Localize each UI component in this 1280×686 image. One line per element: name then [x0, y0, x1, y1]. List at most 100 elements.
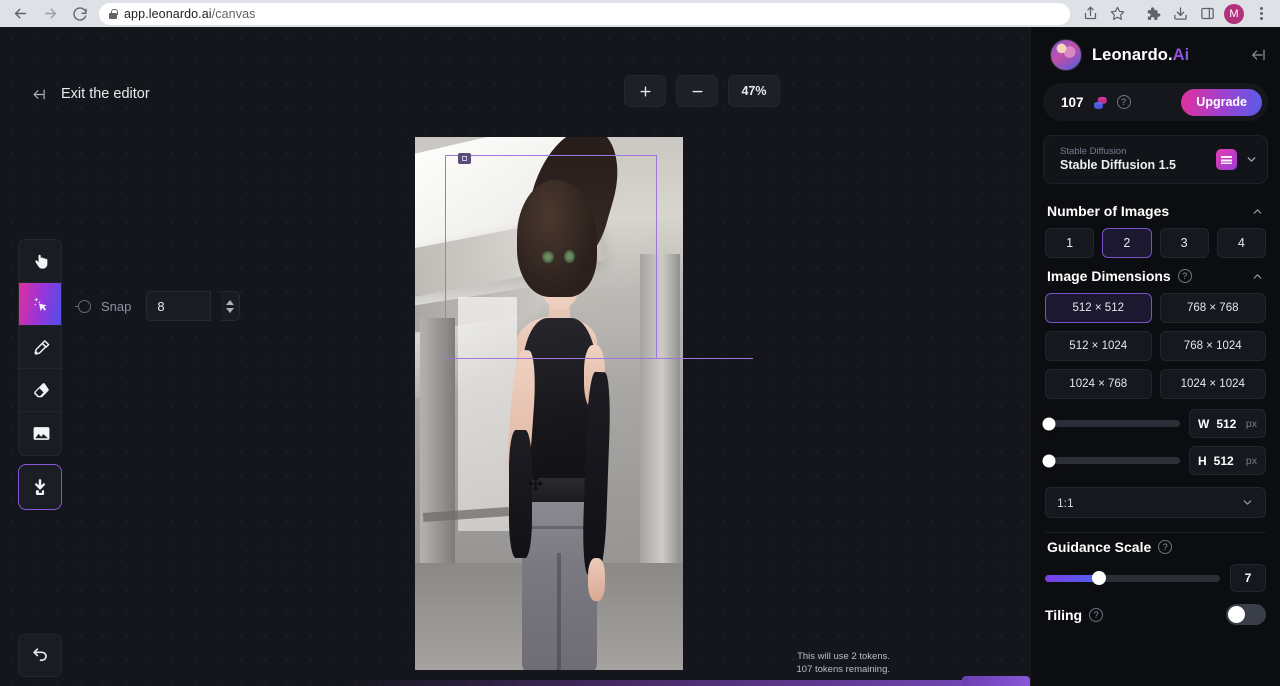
- model-name: Stable Diffusion 1.5: [1060, 158, 1216, 173]
- guidance-scale-title: Guidance Scale: [1047, 539, 1151, 555]
- chevron-up-icon[interactable]: [1251, 205, 1264, 218]
- tiling-title: Tiling: [1045, 607, 1082, 623]
- snap-step-down-icon[interactable]: [226, 308, 234, 313]
- dimension-preset-512x1024[interactable]: 512 × 1024: [1045, 331, 1152, 361]
- crop-badge-icon[interactable]: [458, 153, 471, 164]
- profile-avatar[interactable]: M: [1224, 4, 1244, 24]
- url-text: app.leonardo.ai/canvas: [124, 7, 255, 21]
- height-slider[interactable]: [1045, 457, 1180, 464]
- snap-label: Snap: [101, 299, 131, 314]
- tiling-control: Tiling ?: [1043, 592, 1268, 625]
- forward-button[interactable]: [36, 2, 64, 26]
- zoom-controls: 47%: [624, 75, 780, 107]
- height-label: H: [1198, 454, 1207, 468]
- guidance-scale-fill: [1045, 575, 1099, 582]
- bottom-prompt-bar-glow: [340, 680, 1030, 686]
- chevron-up-icon[interactable]: [1251, 270, 1264, 283]
- help-icon[interactable]: ?: [1178, 269, 1192, 283]
- move-crosshair-icon: [528, 476, 543, 491]
- chevron-down-icon[interactable]: [1241, 496, 1254, 509]
- share-icon[interactable]: [1077, 2, 1103, 26]
- height-control: H 512 px: [1043, 446, 1268, 483]
- brand-name-suffix: Ai: [1173, 46, 1190, 64]
- settings-panel: Leonardo.Ai 107 ? Upgrade Stable Diffusi…: [1030, 27, 1280, 686]
- arrow-left-to-bar-icon: [28, 86, 48, 102]
- chevron-down-icon[interactable]: [1245, 153, 1258, 166]
- canvas-area[interactable]: Exit the editor 47%: [0, 27, 1030, 686]
- snap-stepper[interactable]: [221, 291, 240, 321]
- pan-hand-tool[interactable]: [19, 240, 62, 283]
- generated-image: [415, 137, 683, 670]
- zoom-in-button[interactable]: [624, 75, 666, 107]
- bottom-panel-peek[interactable]: [962, 676, 1030, 686]
- collapse-panel-icon[interactable]: [1248, 47, 1268, 63]
- image-dimension-presets: 512 × 512 768 × 768 512 × 1024 768 × 102…: [1043, 293, 1268, 409]
- side-panel-icon[interactable]: [1194, 2, 1220, 26]
- width-slider-knob[interactable]: [1043, 417, 1056, 430]
- guidance-scale-slider[interactable]: [1045, 575, 1220, 582]
- dimension-preset-1024x1024[interactable]: 1024 × 1024: [1160, 369, 1267, 399]
- brand-name-main: Leonardo.: [1092, 46, 1173, 64]
- exit-editor-button[interactable]: Exit the editor: [28, 86, 150, 102]
- image-count-option-4[interactable]: 4: [1217, 228, 1266, 258]
- dimension-preset-1024x768[interactable]: 1024 × 768: [1045, 369, 1152, 399]
- model-text: Stable Diffusion Stable Diffusion 1.5: [1060, 146, 1216, 173]
- width-label: W: [1198, 417, 1209, 431]
- help-icon[interactable]: ?: [1089, 608, 1103, 622]
- number-of-images-header[interactable]: Number of Images: [1043, 197, 1268, 228]
- tiling-toggle[interactable]: [1226, 604, 1266, 625]
- back-button[interactable]: [6, 2, 34, 26]
- three-dot-menu-icon[interactable]: [1248, 7, 1274, 20]
- brand-name[interactable]: Leonardo.Ai: [1092, 46, 1189, 65]
- zoom-out-button[interactable]: [676, 75, 718, 107]
- magic-select-tool[interactable]: [19, 283, 62, 326]
- height-field[interactable]: H 512 px: [1189, 446, 1266, 475]
- aspect-ratio-select[interactable]: 1:1: [1045, 487, 1266, 518]
- token-usage-note: This will use 2 tokens. 107 tokens remai…: [797, 650, 890, 676]
- canvas-artwork[interactable]: [415, 137, 683, 670]
- brush-tool[interactable]: [19, 326, 62, 369]
- height-slider-knob[interactable]: [1043, 454, 1056, 467]
- image-dimensions-header[interactable]: Image Dimensions ?: [1043, 262, 1268, 293]
- image-count-option-2[interactable]: 2: [1102, 228, 1151, 258]
- image-count-option-1[interactable]: 1: [1045, 228, 1094, 258]
- image-count-option-3[interactable]: 3: [1160, 228, 1209, 258]
- width-field[interactable]: W 512 px: [1189, 409, 1266, 438]
- guidance-scale-header: Guidance Scale ?: [1043, 533, 1268, 564]
- width-slider[interactable]: [1045, 420, 1180, 427]
- dimension-preset-768x1024[interactable]: 768 × 1024: [1160, 331, 1267, 361]
- snap-step-up-icon[interactable]: [226, 300, 234, 305]
- puzzle-icon[interactable]: [1140, 2, 1166, 26]
- tiling-toggle-knob: [1228, 606, 1245, 623]
- width-control: W 512 px: [1043, 409, 1268, 446]
- address-bar[interactable]: app.leonardo.ai/canvas: [99, 3, 1070, 25]
- image-upload-tool[interactable]: [19, 412, 62, 455]
- browser-toolbar-icons: M: [1077, 2, 1274, 26]
- dimension-preset-768x768[interactable]: 768 × 768: [1160, 293, 1267, 323]
- browser-toolbar: app.leonardo.ai/canvas M: [0, 0, 1280, 27]
- star-icon[interactable]: [1104, 2, 1130, 26]
- upgrade-button[interactable]: Upgrade: [1181, 89, 1262, 116]
- brand-avatar-icon: [1050, 39, 1082, 71]
- download-tool[interactable]: [18, 464, 62, 510]
- snap-input[interactable]: 8: [146, 291, 211, 321]
- snap-control: Snap 8: [78, 291, 240, 321]
- reload-button[interactable]: [66, 2, 94, 26]
- help-icon[interactable]: ?: [1158, 540, 1172, 554]
- model-selector[interactable]: Stable Diffusion Stable Diffusion 1.5: [1043, 135, 1268, 184]
- download-icon[interactable]: [1167, 2, 1193, 26]
- tool-rail: [18, 239, 62, 456]
- snap-toggle[interactable]: [78, 300, 91, 313]
- dimension-preset-512x512[interactable]: 512 × 512: [1045, 293, 1152, 323]
- profile-initial: M: [1229, 8, 1238, 20]
- zoom-level[interactable]: 47%: [728, 75, 780, 107]
- eraser-tool[interactable]: [19, 369, 62, 412]
- guidance-scale-knob[interactable]: [1092, 571, 1106, 585]
- token-coin-icon: [1092, 95, 1109, 110]
- guidance-scale-value[interactable]: 7: [1230, 564, 1266, 592]
- model-thumbnail-icon: [1216, 149, 1237, 170]
- width-value: 512: [1216, 417, 1236, 431]
- number-of-images-title: Number of Images: [1047, 203, 1169, 219]
- help-icon[interactable]: ?: [1117, 95, 1131, 109]
- undo-button[interactable]: [18, 634, 62, 677]
